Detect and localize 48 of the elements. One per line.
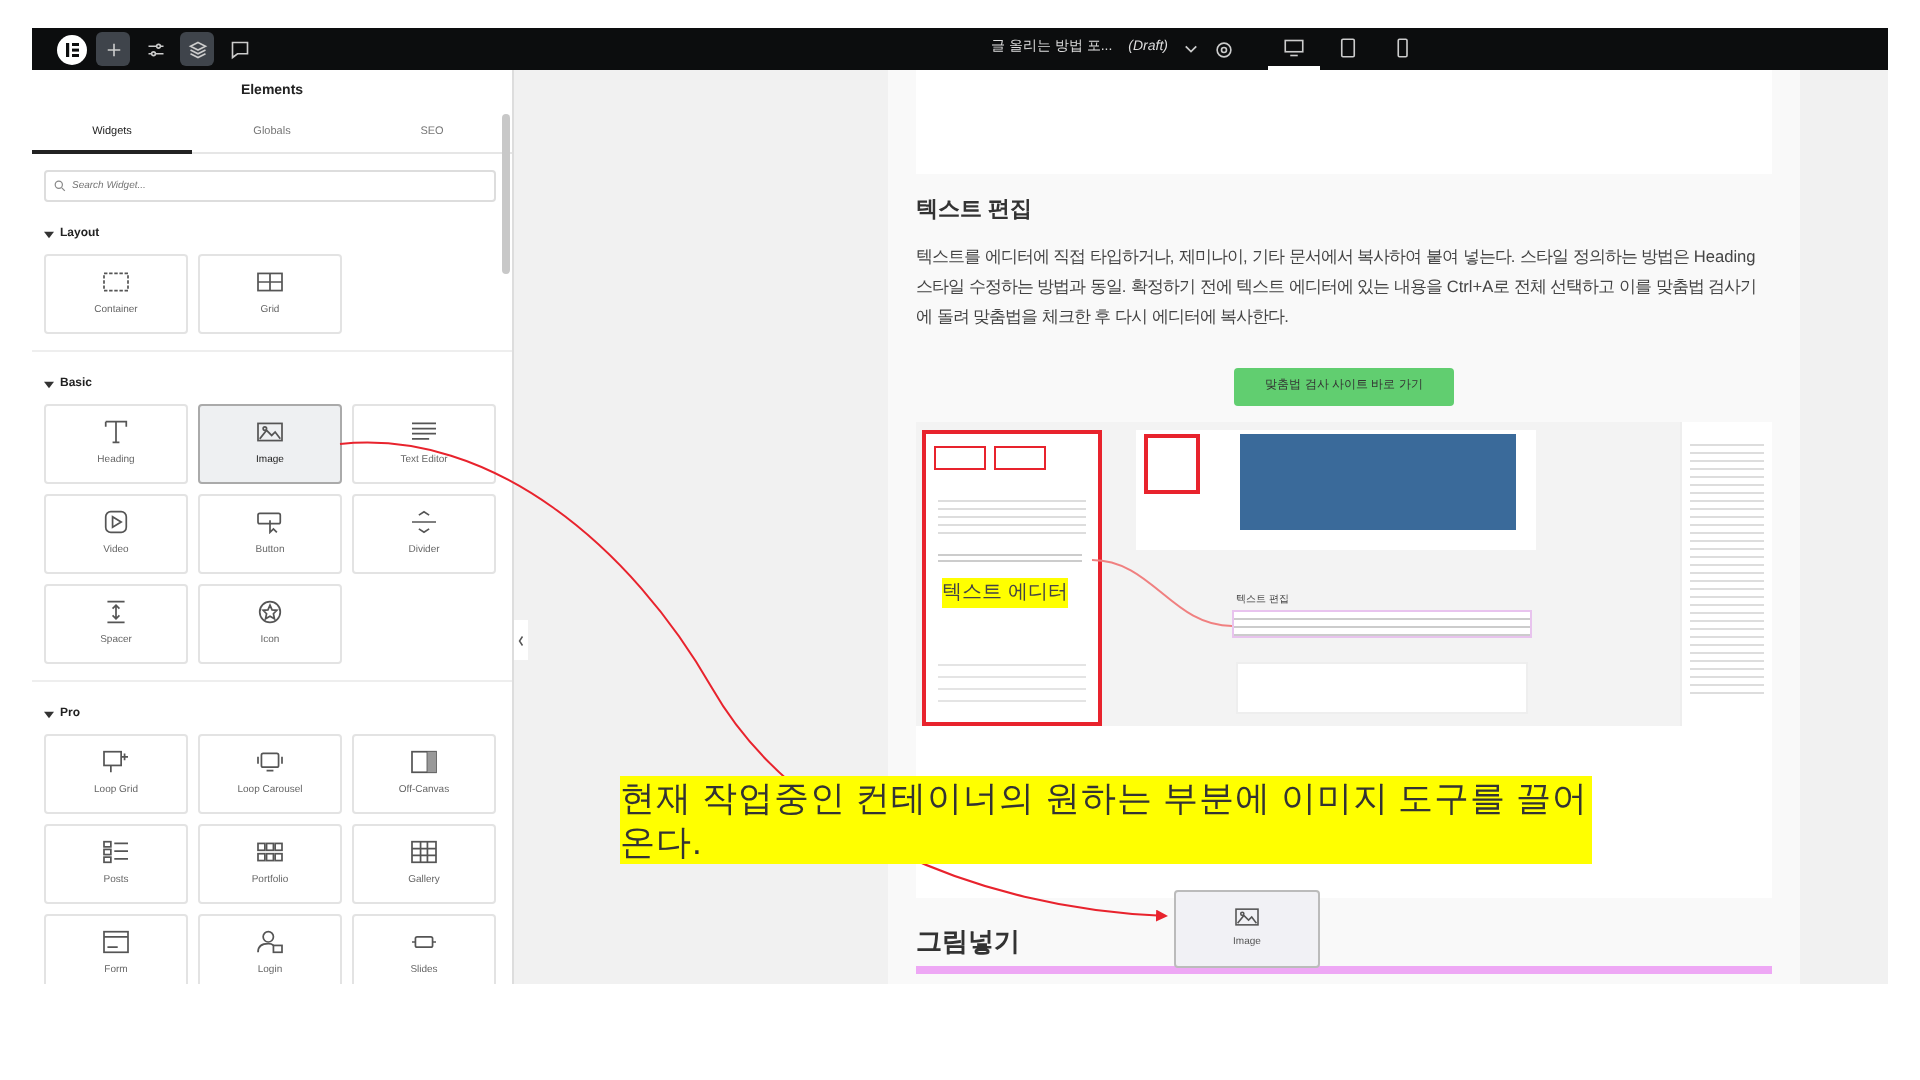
- section-heading: 그림넣기: [916, 923, 1020, 959]
- image-icon: [1234, 906, 1260, 929]
- annotation-text: 현재 작업중인 컨테이너의 원하는 부분에 이미지 도구를 끌어온다.: [620, 776, 1592, 864]
- section-heading: 텍스트 편집: [916, 196, 1035, 226]
- pointer-button-icon: [256, 509, 284, 533]
- toolbar-button[interactable]: [54, 32, 88, 66]
- loop-grid-icon: [102, 749, 130, 773]
- gallery-icon: [410, 839, 438, 863]
- container-icon: [102, 269, 130, 293]
- posts-icon: [102, 839, 130, 863]
- sliders-icon: [145, 39, 165, 59]
- carousel-icon: [256, 749, 284, 773]
- tab-outline: [934, 445, 986, 469]
- mobile-icon: [1392, 37, 1412, 57]
- plus-icon: [103, 39, 123, 59]
- spacer-icon: [102, 599, 130, 623]
- caret-icon[interactable]: [44, 229, 54, 240]
- settings-icon[interactable]: [1214, 39, 1234, 59]
- letter-t-icon: [102, 419, 130, 443]
- search-icon: [54, 179, 66, 192]
- image-icon: [256, 419, 284, 443]
- highlight-label: 텍스트 에디터: [942, 577, 1068, 607]
- caret-icon[interactable]: [44, 709, 54, 720]
- chat-icon: [229, 39, 249, 59]
- paragraph: 텍스트를 에디터에 직접 타입하거나, 제미나이, 기타 문서에서 복사하여 붙여 넣는다. 스타일 정의하는 방법은 Heading 스타일 수정하는 방법과 동일. 확정하기 전에 텍스트 에디터에 있는 내용을 Ctrl+A로 전체 선택하고 이를 맞춤법 검사기에 돌려 맞춤법을 체크한 후 다시 에디터에 복사한다.: [916, 243, 1759, 329]
- tab-outline: [994, 445, 1046, 469]
- scrollbar[interactable]: [502, 114, 510, 274]
- desktop-icon: [1284, 37, 1304, 57]
- grid-icon: [256, 269, 284, 293]
- grid-blocks-icon: [256, 839, 284, 863]
- toolbar-button[interactable]: [96, 32, 130, 66]
- user-lock-icon: [256, 929, 284, 953]
- connector-line: [1092, 553, 1236, 633]
- layers-icon: [187, 39, 207, 59]
- caret-icon[interactable]: [44, 379, 54, 390]
- text-lines-icon: [410, 419, 438, 443]
- toolbar-button[interactable]: [180, 32, 214, 66]
- logo-icon: [55, 33, 87, 65]
- chevron-down-icon[interactable]: [1184, 44, 1198, 54]
- star-icon: [256, 599, 284, 623]
- tablet-icon: [1338, 37, 1358, 57]
- form-icon: [102, 929, 130, 953]
- side-panel-icon: [410, 749, 438, 773]
- chevron-left-icon: [518, 635, 524, 645]
- play-icon: [102, 509, 130, 533]
- collapse-handle[interactable]: [514, 620, 528, 660]
- divider-icon: [410, 509, 438, 533]
- highlight-frame: [1144, 433, 1200, 493]
